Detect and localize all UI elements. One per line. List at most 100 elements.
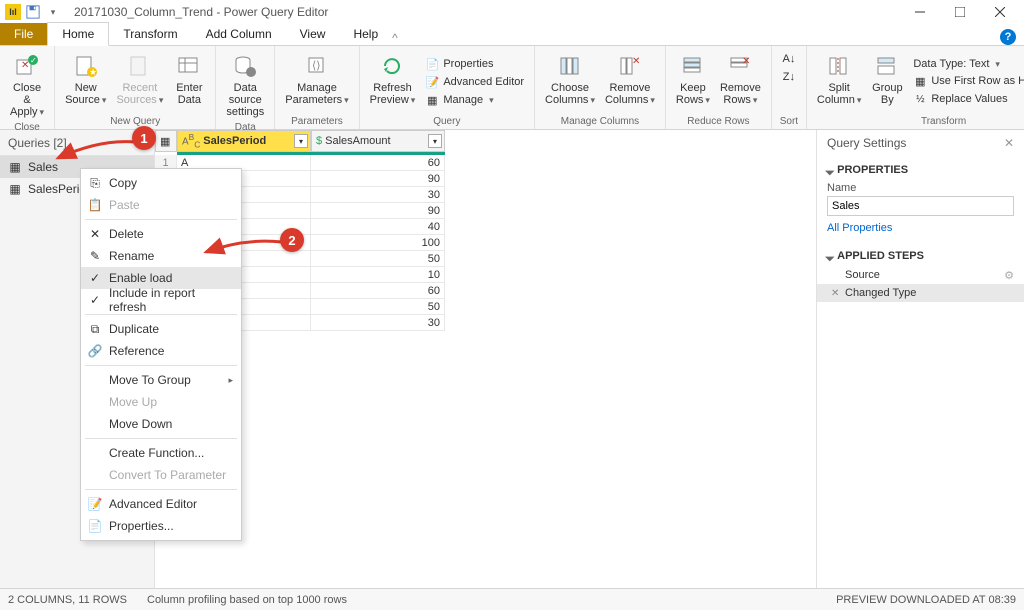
- minimize-button[interactable]: [900, 0, 940, 24]
- tab-file[interactable]: File: [0, 23, 47, 45]
- status-columns-rows: 2 COLUMNS, 11 ROWS: [8, 594, 127, 606]
- rename-icon: ✎: [87, 248, 103, 264]
- filter-dropdown-icon[interactable]: ▾: [428, 134, 442, 148]
- applied-step-source[interactable]: Source⚙: [817, 266, 1024, 284]
- svg-text:✕: ✕: [21, 60, 29, 71]
- table-row[interactable]: 90: [155, 171, 816, 187]
- all-properties-link[interactable]: All Properties: [827, 222, 1014, 234]
- column-header-salesperiod[interactable]: ABC SalesPeriod ▾: [177, 130, 311, 152]
- cell-salesamount[interactable]: 30: [311, 315, 445, 331]
- delete-step-icon[interactable]: ✕: [831, 288, 839, 299]
- quick-access-toolbar: lıl ▾: [4, 3, 62, 21]
- first-row-headers-button[interactable]: ▦Use First Row as Headers: [909, 72, 1024, 90]
- ribbon-collapse-icon[interactable]: ^: [392, 31, 398, 45]
- new-source-button[interactable]: ★New Source: [61, 50, 110, 114]
- sort-asc-button[interactable]: A↓: [778, 50, 800, 68]
- cell-salesamount[interactable]: 10: [311, 267, 445, 283]
- tab-view[interactable]: View: [286, 23, 340, 45]
- applied-step-changed-type[interactable]: ✕Changed Type: [817, 284, 1024, 302]
- properties-button[interactable]: 📄Properties: [421, 55, 528, 73]
- recent-sources-button[interactable]: Recent Sources: [112, 50, 167, 114]
- split-column-icon: [825, 52, 853, 80]
- table-row[interactable]: 60: [155, 283, 816, 299]
- arrow-1: [50, 134, 140, 164]
- manage-icon: ▦: [425, 93, 439, 107]
- data-source-settings-button[interactable]: Data source settings: [222, 50, 268, 120]
- svg-text:⟨⟩: ⟨⟩: [312, 60, 321, 72]
- save-icon[interactable]: [24, 3, 42, 21]
- table-row[interactable]: 40: [155, 219, 816, 235]
- undo-dropdown-icon[interactable]: ▾: [44, 3, 62, 21]
- advanced-editor-button[interactable]: 📝Advanced Editor: [421, 73, 528, 91]
- choose-columns-button[interactable]: Choose Columns: [541, 50, 599, 114]
- data-type-button[interactable]: Data Type: Text: [909, 56, 1024, 72]
- tab-help[interactable]: Help: [339, 23, 392, 45]
- cell-salesamount[interactable]: 100: [311, 235, 445, 251]
- tab-transform[interactable]: Transform: [109, 23, 191, 45]
- enter-data-icon: [175, 52, 203, 80]
- cm-include-refresh[interactable]: ✓Include in report refresh: [81, 289, 241, 311]
- status-preview-time: PREVIEW DOWNLOADED AT 08:39: [836, 594, 1016, 606]
- window-title: 20171030_Column_Trend - Power Query Edit…: [74, 5, 328, 19]
- split-column-button[interactable]: Split Column: [813, 50, 865, 114]
- maximize-button[interactable]: [940, 0, 980, 24]
- name-label: Name: [827, 182, 1014, 194]
- table-row[interactable]: 30: [155, 187, 816, 203]
- table-row[interactable]: 30: [155, 315, 816, 331]
- tab-home[interactable]: Home: [47, 22, 109, 46]
- cm-advanced-editor[interactable]: 📝Advanced Editor: [81, 493, 241, 515]
- group-label-query: Query: [366, 114, 528, 127]
- replace-values-button[interactable]: ½Replace Values: [909, 90, 1024, 108]
- cell-salesamount[interactable]: 60: [311, 155, 445, 171]
- paste-icon: 📋: [87, 197, 103, 213]
- grid-corner-button[interactable]: ▦: [155, 130, 177, 152]
- table-row[interactable]: 50: [155, 299, 816, 315]
- filter-dropdown-icon[interactable]: ▾: [294, 134, 308, 148]
- cell-salesamount[interactable]: 60: [311, 283, 445, 299]
- table-icon: ▦: [8, 182, 22, 196]
- sort-desc-button[interactable]: Z↓: [778, 68, 800, 86]
- keep-rows-icon: [679, 52, 707, 80]
- table-row[interactable]: 1A60: [155, 155, 816, 171]
- cm-create-function[interactable]: Create Function...: [81, 442, 241, 464]
- table-row[interactable]: 10: [155, 267, 816, 283]
- group-by-button[interactable]: Group By: [867, 50, 907, 114]
- settings-close-icon[interactable]: ✕: [1004, 136, 1014, 150]
- column-header-salesamount[interactable]: $ SalesAmount ▾: [311, 130, 445, 152]
- group-by-icon: [873, 52, 901, 80]
- cm-duplicate[interactable]: ⧉Duplicate: [81, 318, 241, 340]
- cm-reference[interactable]: 🔗Reference: [81, 340, 241, 362]
- refresh-preview-button[interactable]: Refresh Preview: [366, 50, 420, 114]
- cell-salesamount[interactable]: 90: [311, 171, 445, 187]
- cell-salesamount[interactable]: 50: [311, 299, 445, 315]
- cm-properties[interactable]: 📄Properties...: [81, 515, 241, 537]
- cm-move-down[interactable]: Move Down: [81, 413, 241, 435]
- svg-text:✕: ✕: [742, 56, 750, 67]
- tab-add-column[interactable]: Add Column: [192, 23, 286, 45]
- manage-button[interactable]: ▦Manage: [421, 91, 528, 109]
- enter-data-button[interactable]: Enter Data: [169, 50, 209, 114]
- keep-rows-button[interactable]: Keep Rows: [672, 50, 714, 114]
- data-source-settings-icon: [231, 52, 259, 80]
- help-icon[interactable]: ?: [1000, 29, 1016, 45]
- query-name-input[interactable]: [827, 196, 1014, 216]
- group-label-parameters: Parameters: [281, 114, 352, 127]
- close-button[interactable]: [980, 0, 1020, 24]
- copy-icon: ⎘: [87, 175, 103, 191]
- manage-parameters-button[interactable]: ⟨⟩Manage Parameters: [281, 50, 352, 114]
- close-apply-button[interactable]: ✕✓ Close & Apply: [6, 50, 48, 120]
- cm-copy[interactable]: ⎘Copy: [81, 172, 241, 194]
- cell-salesamount[interactable]: 40: [311, 219, 445, 235]
- sort-asc-icon: A↓: [782, 52, 796, 66]
- cm-convert-parameter: Convert To Parameter: [81, 464, 241, 486]
- cell-salesamount[interactable]: 50: [311, 251, 445, 267]
- query-settings-pane: Query Settings ✕ PROPERTIES Name All Pro…: [816, 130, 1024, 588]
- svg-text:★: ★: [89, 67, 97, 77]
- remove-rows-button[interactable]: ✕Remove Rows: [716, 50, 765, 114]
- cell-salesamount[interactable]: 30: [311, 187, 445, 203]
- cm-move-to-group[interactable]: Move To Group▸: [81, 369, 241, 391]
- cell-salesamount[interactable]: 90: [311, 203, 445, 219]
- remove-columns-button[interactable]: ✕Remove Columns: [601, 50, 659, 114]
- table-row[interactable]: 90: [155, 203, 816, 219]
- gear-icon[interactable]: ⚙: [1004, 269, 1014, 282]
